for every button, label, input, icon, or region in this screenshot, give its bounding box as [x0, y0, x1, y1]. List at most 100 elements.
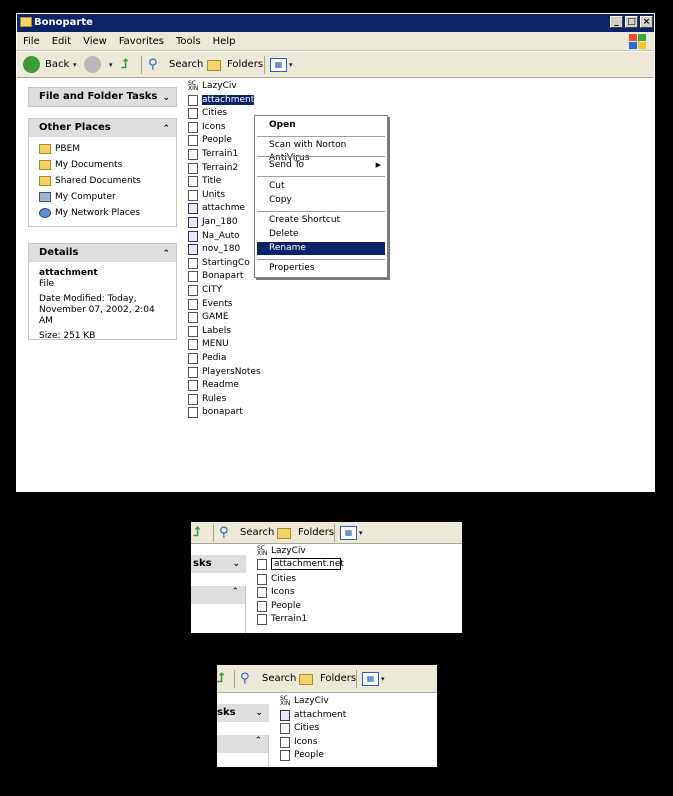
menu-properties[interactable]: Properties [257, 262, 385, 275]
menu-send-to[interactable]: Send To ▶ [257, 159, 385, 172]
folders-icon[interactable] [207, 60, 221, 71]
menu-delete[interactable]: Delete [257, 228, 385, 241]
menu-rename[interactable]: Rename [257, 242, 385, 255]
file-item[interactable]: MENU [188, 338, 229, 351]
file-item[interactable]: attachment [188, 94, 255, 107]
details-header[interactable]: Details ⌃ [29, 244, 176, 262]
other-places-header-fragment[interactable]: ⌃ [191, 586, 245, 604]
menu-cut[interactable]: Cut [257, 180, 385, 193]
search-button[interactable]: Search [262, 670, 296, 688]
file-item[interactable]: Labels [188, 325, 231, 338]
file-item[interactable]: Terrain2 [188, 162, 238, 175]
title-bar[interactable]: Bonoparte _ □ × [17, 14, 654, 32]
place-pbem[interactable]: PBEM [29, 141, 176, 157]
collapse-chevron-icon[interactable]: ⌃ [162, 245, 170, 263]
views-dropdown-icon[interactable]: ▾ [359, 524, 363, 542]
menu-file[interactable]: File [17, 32, 46, 51]
tasks-header-fragment[interactable]: sks ⌄ [217, 704, 269, 722]
file-item[interactable]: Na_Auto [188, 230, 240, 243]
place-my-computer[interactable]: My Computer [29, 189, 176, 205]
file-item[interactable]: attachme [188, 202, 245, 215]
file-item[interactable]: Icons [257, 586, 295, 599]
up-folder-icon[interactable]: ⮥ [121, 56, 129, 74]
other-places-header-fragment[interactable]: ⌃ [217, 735, 268, 753]
forward-dropdown-icon[interactable]: ▾ [109, 56, 113, 74]
file-item[interactable]: attachment [280, 709, 346, 722]
back-dropdown-icon[interactable]: ▾ [73, 56, 77, 74]
up-folder-icon[interactable]: ⮥ [217, 670, 225, 688]
file-item[interactable]: People [188, 134, 232, 147]
file-item-renaming[interactable]: attachment.net [257, 558, 344, 571]
views-icon[interactable]: ▦ [362, 672, 379, 686]
file-item[interactable]: People [257, 600, 301, 613]
file-item[interactable]: Cities [188, 107, 227, 120]
file-item[interactable]: SC XIN LazyCiv [257, 545, 306, 558]
menu-view[interactable]: View [77, 32, 113, 51]
back-button[interactable]: Back [45, 56, 69, 74]
file-item[interactable]: SC XIN LazyCiv [280, 695, 329, 708]
folders-button[interactable]: Folders [227, 56, 263, 74]
folders-button[interactable]: Folders [298, 524, 334, 542]
search-icon[interactable]: ⚲ [148, 56, 158, 74]
minimize-button[interactable]: _ [610, 16, 623, 28]
views-dropdown-icon[interactable]: ▾ [381, 670, 385, 688]
folders-icon[interactable] [277, 528, 291, 539]
file-item[interactable]: Icons [188, 121, 226, 134]
menu-create-shortcut[interactable]: Create Shortcut [257, 214, 385, 227]
file-item[interactable]: bonapart [188, 406, 243, 419]
search-button[interactable]: Search [169, 56, 203, 74]
maximize-button[interactable]: □ [625, 16, 638, 28]
expand-chevron-icon[interactable]: ⌄ [162, 89, 170, 107]
up-folder-icon[interactable]: ⮥ [193, 524, 201, 542]
file-item[interactable]: GAME [188, 311, 229, 324]
file-item[interactable]: Bonapart [188, 270, 243, 283]
collapse-chevron-icon[interactable]: ⌃ [162, 120, 170, 138]
close-button[interactable]: × [640, 16, 653, 28]
place-shared-documents[interactable]: Shared Documents [29, 173, 176, 189]
other-places-header[interactable]: Other Places ⌃ [29, 119, 176, 137]
file-item[interactable]: Pedia [188, 352, 226, 365]
file-item[interactable]: Icons [280, 736, 318, 749]
menu-edit[interactable]: Edit [46, 32, 77, 51]
tasks-header-fragment[interactable]: sks ⌄ [191, 555, 246, 573]
folders-button[interactable]: Folders [320, 670, 356, 688]
file-item[interactable]: Events [188, 298, 232, 311]
menu-copy[interactable]: Copy [257, 194, 385, 207]
expand-chevron-icon[interactable]: ⌄ [255, 704, 263, 722]
menu-open[interactable]: Open [257, 119, 385, 132]
file-item[interactable]: Terrain1 [188, 148, 238, 161]
collapse-chevron-icon[interactable]: ⌃ [254, 736, 262, 746]
back-arrow-icon[interactable] [23, 56, 40, 73]
search-icon[interactable]: ⚲ [219, 524, 229, 542]
file-item[interactable]: Cities [280, 722, 319, 735]
forward-arrow-icon[interactable] [84, 56, 101, 73]
rename-input[interactable]: attachment.net [271, 558, 344, 570]
file-item[interactable]: Cities [257, 573, 296, 586]
views-dropdown-icon[interactable]: ▾ [289, 56, 293, 74]
file-item[interactable]: Rules [188, 393, 226, 406]
views-icon[interactable]: ▦ [270, 58, 287, 72]
file-item[interactable]: Title [188, 175, 221, 188]
file-folder-tasks-header[interactable]: File and Folder Tasks ⌄ [29, 88, 176, 106]
file-item[interactable]: People [280, 749, 324, 762]
collapse-chevron-icon[interactable]: ⌃ [231, 587, 239, 597]
menu-tools[interactable]: Tools [170, 32, 207, 51]
file-item[interactable]: StartingCo [188, 257, 250, 270]
search-button[interactable]: Search [240, 524, 274, 542]
file-item[interactable]: Units [188, 189, 225, 202]
file-item[interactable]: Jan_180 [188, 216, 238, 229]
menu-scan-antivirus[interactable]: Scan with Norton AntiVirus [257, 139, 385, 163]
file-item[interactable]: CITY [188, 284, 222, 297]
expand-chevron-icon[interactable]: ⌄ [232, 555, 240, 573]
file-item[interactable]: PlayersNotes [188, 366, 261, 379]
folders-icon[interactable] [299, 674, 313, 685]
file-item[interactable]: SC XIN LazyCiv [188, 80, 237, 93]
views-icon[interactable]: ▦ [340, 526, 357, 540]
place-my-network-places[interactable]: My Network Places [29, 205, 176, 221]
search-icon[interactable]: ⚲ [240, 670, 250, 688]
menu-favorites[interactable]: Favorites [113, 32, 170, 51]
file-item[interactable]: Readme [188, 379, 239, 392]
menu-help[interactable]: Help [207, 32, 242, 51]
file-item[interactable]: nov_180 [188, 243, 240, 256]
place-my-documents[interactable]: My Documents [29, 157, 176, 173]
